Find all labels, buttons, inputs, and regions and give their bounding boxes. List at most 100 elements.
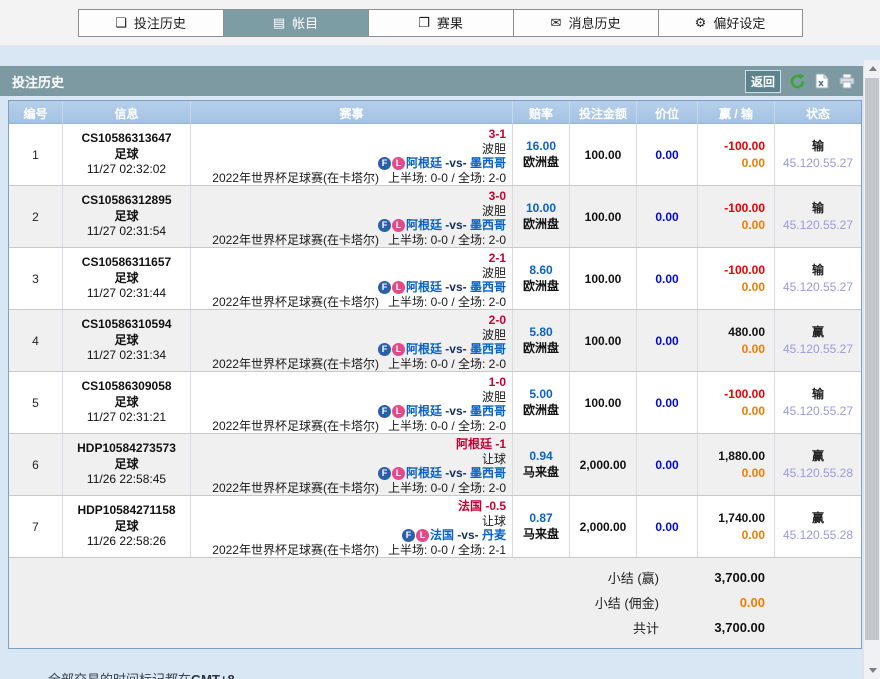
win-loss-amount: -100.00 [702,262,765,278]
tab-messages[interactable]: ✉ 消息历史 [513,9,658,37]
odds-type: 欧洲盘 [517,403,565,419]
bet-time: 11/27 02:31:34 [67,348,186,364]
tab-statement[interactable]: ▤ 帐目 [223,9,368,37]
bet-info: CS10586309058 足球 11/27 02:31:21 [63,372,191,433]
bet-row: 1 CS10586313647 足球 11/27 02:32:02 3-1 波胆… [9,124,861,186]
history-icon: ❏ [115,16,127,29]
bet-time: 11/27 02:31:21 [67,410,186,426]
odds-type: 马来盘 [517,465,565,481]
result-label: 赢 [779,510,857,526]
home-team-link[interactable]: 阿根廷 [406,342,442,356]
bet-odds: 0.87 马来盘 [513,496,570,557]
odds-type: 欧洲盘 [517,341,565,357]
bet-ip: 45.120.55.28 [779,527,857,543]
match-teams: FL阿根廷 -vs- 墨西哥 [195,404,506,419]
bet-id: CS10586309058 [67,379,186,395]
table-header-row: 编号 信息 赛事 赔率 投注金额 价位 赢 / 输 状态 [9,101,861,124]
vs-label: -vs- [442,342,470,356]
bet-sport: 足球 [67,457,186,473]
bet-market: 波胆 [195,328,506,343]
back-button[interactable]: 返回 [745,70,781,93]
away-team-link[interactable]: 墨西哥 [470,156,506,170]
scroll-down-arrow[interactable] [864,662,880,679]
scrollbar-thumb[interactable] [865,78,879,640]
stats-f-icon[interactable]: F [378,219,391,232]
bet-win-loss: -100.00 0.00 [698,248,775,309]
bet-event: 阿根廷 -1 让球 FL阿根廷 -vs- 墨西哥 2022年世界杯足球赛(在卡塔… [191,434,513,495]
bet-event: 3-1 波胆 FL阿根廷 -vs- 墨西哥 2022年世界杯足球赛(在卡塔尔)上… [191,124,513,185]
home-team-link[interactable]: 阿根廷 [406,404,442,418]
panel-actions: 返回 [745,70,856,93]
bet-selection: 3-1 [195,127,506,142]
live-l-icon[interactable]: L [392,467,405,480]
away-team-link[interactable]: 墨西哥 [470,280,506,294]
away-team-link[interactable]: 丹麦 [482,528,506,542]
print-icon[interactable] [838,72,856,90]
stats-f-icon[interactable]: F [378,343,391,356]
tab-results[interactable]: ❐ 赛果 [368,9,513,37]
commission-amount: 0.00 [702,279,765,295]
export-excel-icon[interactable] [813,72,831,90]
up-arrow-icon [869,66,877,71]
live-l-icon[interactable]: L [416,529,429,542]
tab-bet-history[interactable]: ❏ 投注历史 [78,9,223,37]
away-team-link[interactable]: 墨西哥 [470,218,506,232]
league-name: 2022年世界杯足球赛(在卡塔尔) [212,295,379,309]
vertical-scrollbar[interactable] [863,60,880,679]
bet-odds: 16.00 欧洲盘 [513,124,570,185]
live-l-icon[interactable]: L [392,405,405,418]
bet-stake: 100.00 [570,248,637,309]
results-icon: ❐ [418,16,430,29]
league-line: 2022年世界杯足球赛(在卡塔尔)上半场: 0-0 / 全场: 2-0 [195,233,506,247]
live-l-icon[interactable]: L [392,281,405,294]
odds-value: 0.94 [517,449,565,465]
vs-label: -vs- [442,280,470,294]
bet-stake: 100.00 [570,372,637,433]
stats-f-icon[interactable]: F [378,281,391,294]
home-team-link[interactable]: 阿根廷 [406,466,442,480]
bet-win-loss: -100.00 0.00 [698,372,775,433]
live-l-icon[interactable]: L [392,343,405,356]
bet-market: 波胆 [195,204,506,219]
summary-value: 3,700.00 [675,570,765,585]
bet-time: 11/26 22:58:26 [67,534,186,550]
score-line: 上半场: 0-0 / 全场: 2-0 [388,419,506,433]
home-team-link[interactable]: 阿根廷 [406,280,442,294]
stats-f-icon[interactable]: F [378,467,391,480]
bet-stake: 2,000.00 [570,496,637,557]
away-team-link[interactable]: 墨西哥 [470,404,506,418]
score-line: 上半场: 0-0 / 全场: 2-0 [388,357,506,371]
tab-preferences[interactable]: ⚙ 偏好设定 [658,9,803,37]
home-team-link[interactable]: 阿根廷 [406,218,442,232]
bet-sport: 足球 [67,333,186,349]
summary-row: 共计 3,700.00 [9,615,861,640]
stats-f-icon[interactable]: F [378,405,391,418]
bet-number: 4 [9,310,63,371]
live-l-icon[interactable]: L [392,219,405,232]
bet-odds: 5.80 欧洲盘 [513,310,570,371]
scroll-up-arrow[interactable] [864,60,880,77]
bet-odds: 8.60 欧洲盘 [513,248,570,309]
refresh-icon[interactable] [788,72,806,90]
odds-value: 8.60 [517,263,565,279]
odds-type: 欧洲盘 [517,279,565,295]
league-name: 2022年世界杯足球赛(在卡塔尔) [212,171,379,185]
home-team-link[interactable]: 法国 [430,528,454,542]
summary-value: 3,700.00 [675,620,765,635]
away-team-link[interactable]: 墨西哥 [470,342,506,356]
away-team-link[interactable]: 墨西哥 [470,466,506,480]
bet-sport: 足球 [67,519,186,535]
stats-f-icon[interactable]: F [378,157,391,170]
summary-section: 小结 (赢) 3,700.00 小结 (佣金) 0.00 共计 3,700.00 [9,558,861,648]
bet-time: 11/26 22:58:45 [67,472,186,488]
win-loss-amount: -100.00 [702,386,765,402]
odds-value: 10.00 [517,201,565,217]
commission-amount: 0.00 [702,465,765,481]
home-team-link[interactable]: 阿根廷 [406,156,442,170]
live-l-icon[interactable]: L [392,157,405,170]
bet-info: CS10586313647 足球 11/27 02:32:02 [63,124,191,185]
bet-event: 2-1 波胆 FL阿根廷 -vs- 墨西哥 2022年世界杯足球赛(在卡塔尔)上… [191,248,513,309]
stats-f-icon[interactable]: F [402,529,415,542]
bet-win-loss: 1,880.00 0.00 [698,434,775,495]
bet-price: 0.00 [637,372,698,433]
